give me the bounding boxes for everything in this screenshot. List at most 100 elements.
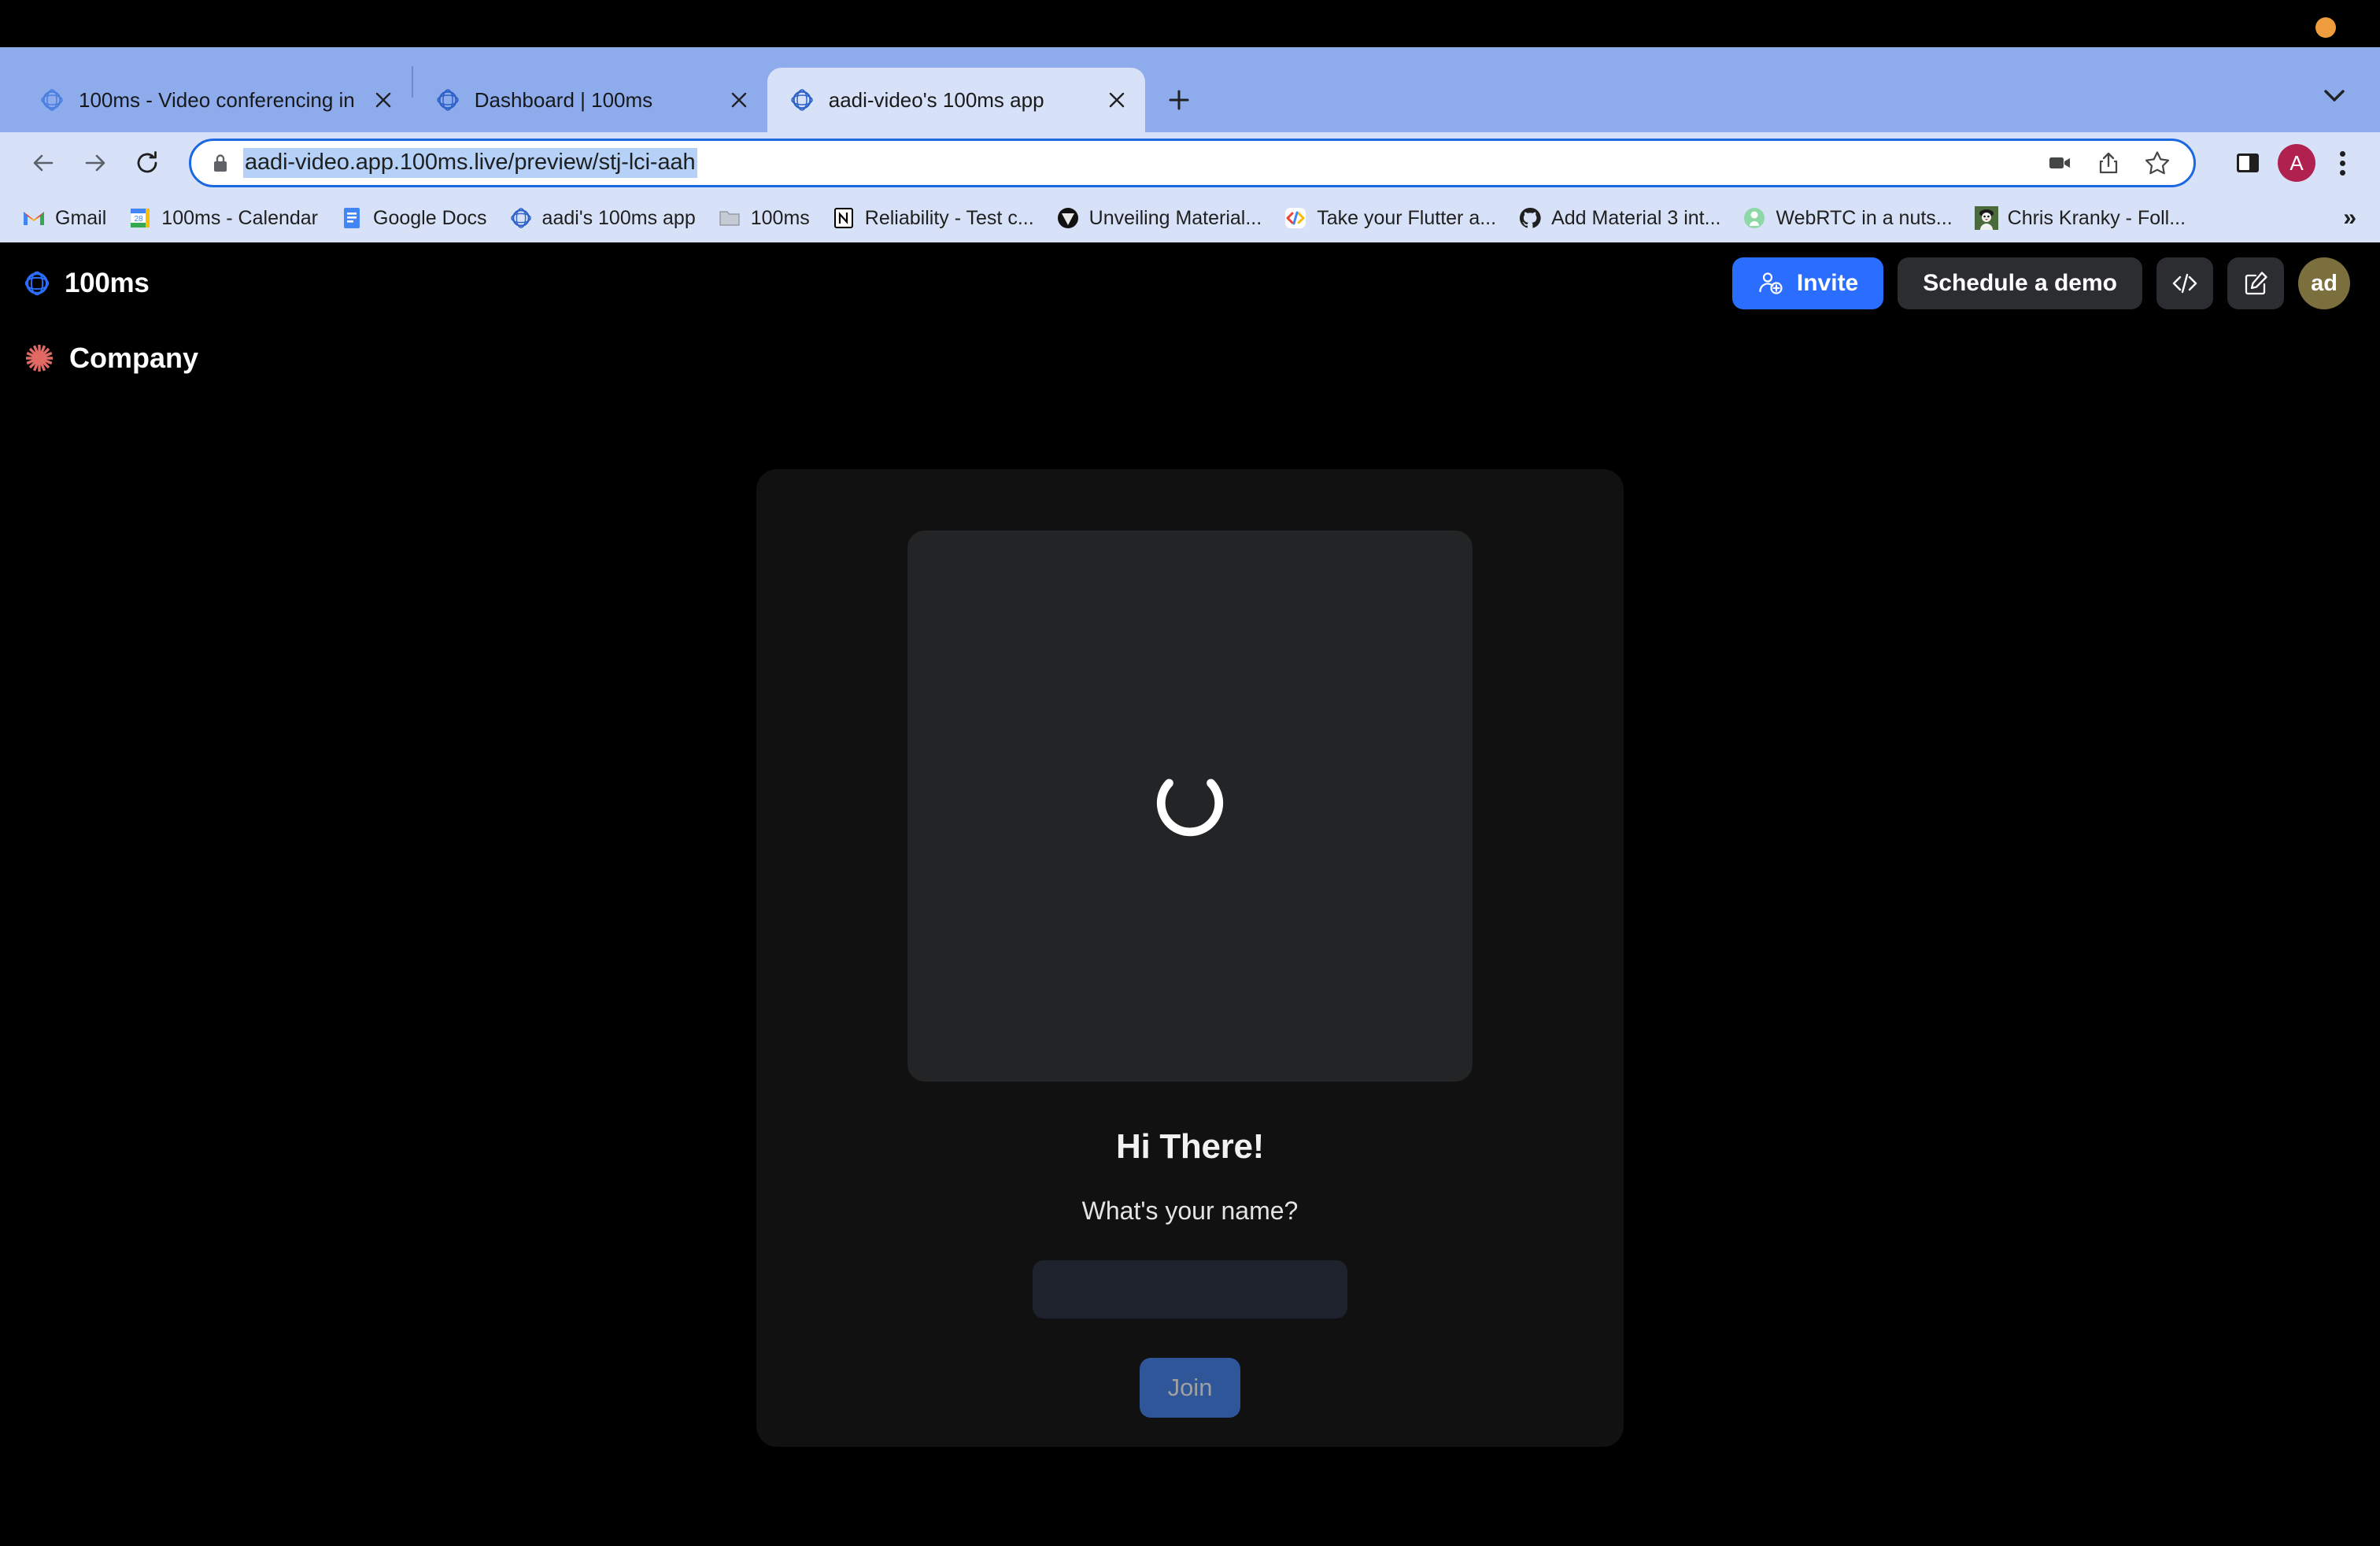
reload-icon: [137, 151, 157, 173]
preview-stage: Hi There! What's your name? Join: [0, 375, 2380, 1546]
starburst-icon: [26, 345, 53, 372]
profile-avatar[interactable]: A: [2278, 144, 2315, 182]
100ms-icon: [790, 89, 813, 111]
bookmark-label: 100ms: [750, 206, 810, 229]
100ms-icon: [41, 89, 63, 111]
preview-card: Hi There! What's your name? Join: [756, 469, 1624, 1447]
browser-window: 100ms - Video conferencing in Dashboard …: [0, 0, 2380, 1546]
bookmark-label: Add Material 3 int...: [1551, 206, 1721, 229]
app-header-actions: Invite Schedule a demo ad: [1731, 257, 2350, 309]
new-tab-button[interactable]: [1156, 77, 1202, 123]
folder-icon: [719, 211, 740, 226]
star-icon[interactable]: [2137, 142, 2178, 183]
bookmark-chris-kranky[interactable]: Chris Kranky - Foll...: [1964, 200, 2197, 236]
bookmark-add-material-3[interactable]: Add Material 3 int...: [1507, 200, 1731, 236]
bookmark-label: Unveiling Material...: [1088, 206, 1262, 229]
company-branding: Company: [0, 324, 2380, 375]
company-name: Company: [69, 342, 199, 374]
browser-tab-1[interactable]: 100ms - Video conferencing in: [17, 68, 412, 132]
100ms-icon: [510, 208, 531, 228]
chevron-down-icon: [2324, 90, 2345, 102]
bookmark-folder-100ms[interactable]: 100ms: [707, 200, 821, 236]
tab-title: 100ms - Video conferencing in: [79, 87, 355, 112]
edit-button[interactable]: [2227, 257, 2284, 309]
back-button[interactable]: [19, 139, 68, 187]
app-brand-name: 100ms: [65, 268, 150, 298]
user-avatar[interactable]: ad: [2298, 257, 2350, 309]
bookmark-reliability-test[interactable]: Reliability - Test c...: [821, 200, 1045, 236]
address-bar[interactable]: aadi-video.app.100ms.live/preview/stj-lc…: [189, 139, 2196, 187]
bookmark-unveiling-material[interactable]: Unveiling Material...: [1045, 200, 1273, 236]
side-panel-button[interactable]: [2226, 141, 2270, 185]
bookmark-label: Reliability - Test c...: [864, 206, 1034, 229]
bookmark-label: Gmail: [55, 206, 107, 229]
avatar-icon: [1974, 206, 1998, 230]
app-brand: 100ms: [22, 268, 150, 299]
join-button-label: Join: [1167, 1374, 1213, 1401]
window-indicator-dot: [2315, 17, 2336, 38]
bookmark-100ms-calendar[interactable]: 28 100ms - Calendar: [117, 200, 329, 236]
toolbar-right-actions: A: [2219, 141, 2361, 185]
schedule-demo-button[interactable]: Schedule a demo: [1898, 257, 2142, 309]
browser-menu-button[interactable]: [2323, 142, 2361, 183]
preview-greeting: Hi There!: [1116, 1127, 1264, 1166]
bookmark-label: 100ms - Calendar: [161, 206, 319, 229]
tab-strip: 100ms - Video conferencing in Dashboard …: [0, 47, 2380, 132]
invite-button-label: Invite: [1796, 270, 1859, 296]
schedule-demo-label: Schedule a demo: [1923, 270, 2117, 296]
preview-name-prompt: What's your name?: [1081, 1196, 1299, 1225]
google-docs-icon: [344, 208, 360, 228]
loading-spinner-icon: [1156, 779, 1224, 837]
bookmark-label: aadi's 100ms app: [541, 206, 696, 229]
name-input[interactable]: [1033, 1260, 1347, 1319]
notion-icon: [833, 208, 853, 228]
bookmark-label: Chris Kranky - Foll...: [2007, 206, 2186, 229]
edit-square-icon: [2245, 272, 2267, 295]
tab-title: aadi-video's 100ms app: [828, 87, 1044, 112]
bookmark-label: WebRTC in a nuts...: [1776, 206, 1953, 229]
window-titlebar: [0, 0, 2380, 47]
bookmarks-overflow-button[interactable]: »: [2330, 205, 2369, 231]
share-icon[interactable]: [2088, 142, 2129, 183]
bookmark-label: Take your Flutter a...: [1317, 206, 1497, 229]
code-brackets-icon: [2172, 273, 2197, 294]
tab-close-icon[interactable]: [1103, 86, 1131, 114]
tab-search-button[interactable]: [2317, 80, 2352, 112]
forward-button[interactable]: [71, 139, 120, 187]
bookmark-gmail[interactable]: Gmail: [11, 200, 117, 236]
bookmark-aadis-100ms-app[interactable]: aadi's 100ms app: [498, 200, 707, 236]
bookmarks-bar: Gmail 28 100ms - Calendar Google Docs aa…: [0, 194, 2380, 242]
browser-tab-3[interactable]: aadi-video's 100ms app: [767, 68, 1145, 132]
bookmark-webrtc-nutshell[interactable]: WebRTC in a nuts...: [1731, 200, 1963, 236]
bookmark-flutter-article[interactable]: Take your Flutter a...: [1273, 200, 1507, 236]
add-person-icon: [1759, 272, 1783, 294]
tab-close-icon[interactable]: [725, 86, 753, 114]
address-bar-url: aadi-video.app.100ms.live/preview/stj-lc…: [243, 148, 697, 178]
100ms-icon: [436, 89, 459, 111]
join-button[interactable]: Join: [1140, 1358, 1240, 1418]
medium-icon: [1057, 208, 1078, 228]
tab-title: Dashboard | 100ms: [474, 87, 653, 112]
bookmark-google-docs[interactable]: Google Docs: [329, 200, 498, 236]
video-camera-icon[interactable]: [2039, 142, 2080, 183]
browser-toolbar: aadi-video.app.100ms.live/preview/stj-lc…: [0, 132, 2380, 194]
app-header: 100ms Invite Schedule a demo ad: [0, 242, 2380, 324]
side-panel-icon: [2237, 153, 2259, 172]
bookmark-label: Google Docs: [373, 206, 487, 229]
100ms-logo-icon: [24, 271, 50, 296]
video-preview-tile: [907, 531, 1473, 1082]
browser-tab-2[interactable]: Dashboard | 100ms: [413, 68, 767, 132]
page-content: 100ms Invite Schedule a demo ad Company …: [0, 242, 2380, 1546]
github-icon: [1519, 207, 1541, 228]
google-dev-icon: [1285, 208, 1306, 228]
tab-close-icon[interactable]: [369, 86, 397, 114]
google-calendar-icon: 28: [130, 208, 150, 228]
invite-button[interactable]: Invite: [1731, 257, 1884, 309]
webrtc-icon: [1744, 208, 1765, 228]
embed-code-button[interactable]: [2156, 257, 2213, 309]
back-arrow-icon: [33, 154, 54, 172]
reload-button[interactable]: [123, 139, 172, 187]
forward-arrow-icon: [85, 154, 105, 172]
svg-text:28: 28: [135, 215, 144, 224]
gmail-icon: [24, 212, 44, 225]
